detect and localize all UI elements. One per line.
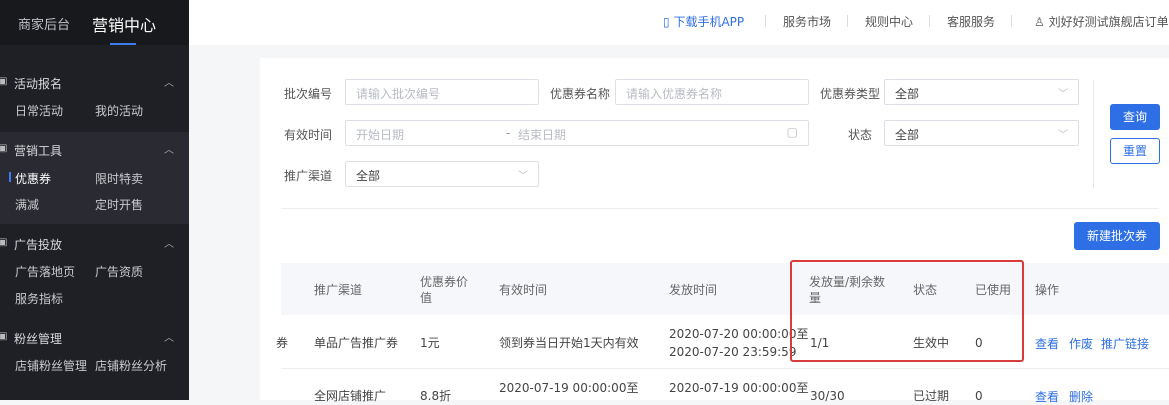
chevron-down-icon: ﹀ — [1058, 89, 1068, 100]
sidebar-item-fans-management[interactable]: 店铺粉丝管理 — [15, 357, 87, 374]
coupon-type-value: 全部 — [895, 87, 920, 101]
cell-issue-start: 2020-07-19 00:00:00至 — [669, 381, 809, 395]
row-divider — [281, 368, 1169, 369]
sidebar-group-label: 营销工具 — [14, 144, 63, 158]
col-header-valid-time: 有效时间 — [499, 283, 548, 297]
divider — [929, 15, 930, 27]
sidebar-item-ad-landing[interactable]: 广告落地页 — [15, 263, 75, 280]
sidebar-group-marketing-tools[interactable]: ▣ 营销工具 ︿ — [0, 141, 189, 161]
service-market-link[interactable]: 服务市场 — [783, 13, 831, 30]
section-divider — [281, 208, 1159, 209]
sidebar-group-ads[interactable]: ▣ 广告投放 ︿ — [0, 235, 189, 255]
batch-no-input[interactable]: 请输入批次编号 — [345, 79, 539, 105]
channel-value: 全部 — [356, 169, 381, 183]
active-item-indicator — [9, 172, 11, 182]
top-bar: ▯ 下载手机APP 服务市场 规则中心 客服服务 ♙ 刘好好测试旗舰店订单 — [189, 0, 1169, 45]
chevron-up-icon: ︿ — [164, 145, 174, 156]
date-separator: - — [506, 126, 511, 140]
coupon-type-label: 优惠券类型 — [820, 87, 881, 101]
start-date-placeholder: 开始日期 — [356, 128, 405, 142]
cell-status: 已过期 — [913, 389, 950, 403]
cell-channel: 全网店铺推广 — [314, 389, 387, 403]
store-name: 刘好好测试旗舰店订单 — [1048, 15, 1169, 29]
cell-issue-start: 2020-07-20 00:00:00至 — [669, 327, 809, 341]
tab-marketing-center[interactable]: 营销中心 — [92, 12, 156, 36]
cell-valid-time: 领到券当日开始1天内有效 — [499, 336, 639, 350]
store-account-menu[interactable]: ♙ 刘好好测试旗舰店订单 — [1034, 13, 1169, 30]
col-header-channel: 推广渠道 — [314, 283, 363, 297]
chevron-up-icon: ︿ — [164, 239, 174, 250]
customer-service-link[interactable]: 客服服务 — [947, 13, 995, 30]
end-date-placeholder: 结束日期 — [518, 128, 567, 142]
sidebar-item-ad-qualification[interactable]: 广告资质 — [95, 263, 143, 280]
valid-time-label: 有效时间 — [284, 128, 333, 142]
sidebar-item-full-reduction[interactable]: 满减 — [15, 196, 39, 213]
cell-valid-time: 2020-07-19 00:00:00至 — [499, 381, 639, 395]
batch-no-label: 批次编号 — [284, 87, 333, 101]
rules-center-link[interactable]: 规则中心 — [865, 13, 913, 30]
sidebar-item-scheduled-sale[interactable]: 定时开售 — [95, 196, 143, 213]
cell-issue-end: 2020-07-20 23:59:59 — [669, 345, 797, 359]
sidebar-group-label: 广告投放 — [14, 238, 63, 252]
download-app-label: 下载手机APP — [673, 15, 745, 29]
view-link[interactable]: 查看 — [1035, 388, 1059, 405]
user-icon: ♙ — [1034, 15, 1045, 29]
active-tab-indicator — [110, 43, 136, 45]
coupon-name-label: 优惠券名称 — [550, 87, 611, 101]
sidebar-item-coupon[interactable]: 优惠券 — [15, 170, 51, 187]
cell-value: 8.8折 — [420, 389, 452, 403]
sidebar-group-label: 粉丝管理 — [14, 332, 63, 346]
download-app-link[interactable]: ▯ 下载手机APP — [663, 13, 744, 30]
sidebar-item-flash-sale[interactable]: 限时特卖 — [95, 170, 143, 187]
phone-icon: ▯ — [663, 15, 670, 29]
sidebar-item-fans-analysis[interactable]: 店铺粉丝分析 — [95, 357, 167, 374]
sidebar-item-my-activity[interactable]: 我的活动 — [95, 102, 143, 119]
cell-used: 0 — [975, 389, 983, 403]
sidebar-top-tabs: 商家后台 营销中心 — [0, 0, 189, 45]
view-link[interactable]: 查看 — [1035, 335, 1059, 352]
channel-select[interactable]: 全部 ﹀ — [345, 161, 539, 187]
ads-icon: ▣ — [0, 237, 8, 248]
calendar-icon: ▣ — [0, 76, 8, 87]
cell-channel: 单品广告推广券 — [314, 336, 399, 350]
coupon-type-select[interactable]: 全部 ﹀ — [884, 79, 1079, 105]
status-select[interactable]: 全部 ﹀ — [884, 120, 1079, 146]
status-value: 全部 — [895, 128, 920, 142]
fans-icon: ▣ — [0, 331, 8, 342]
coupon-name-input[interactable]: 请输入优惠券名称 — [615, 79, 809, 105]
divider — [765, 15, 766, 27]
reset-button[interactable]: 重置 — [1110, 138, 1160, 164]
void-link[interactable]: 作废 — [1069, 335, 1093, 352]
query-button[interactable]: 查询 — [1110, 104, 1160, 130]
tab-merchant-backend[interactable]: 商家后台 — [18, 14, 70, 33]
sidebar-item-daily-activity[interactable]: 日常活动 — [15, 102, 63, 119]
cell-name: 券 — [276, 336, 289, 350]
chevron-down-icon: ﹀ — [1058, 130, 1068, 141]
col-header-actions: 操作 — [1035, 283, 1060, 297]
sidebar-group-fans[interactable]: ▣ 粉丝管理 ︿ — [0, 329, 189, 349]
chevron-up-icon: ︿ — [164, 78, 174, 89]
sidebar: 商家后台 营销中心 ▣ 活动报名 ︿ 日常活动 我的活动 ▣ 营销工具 ︿ 优惠… — [0, 0, 189, 400]
filter-divider — [1093, 80, 1094, 188]
sidebar-group-activity[interactable]: ▣ 活动报名 ︿ — [0, 74, 189, 94]
delete-link[interactable]: 删除 — [1069, 388, 1093, 405]
calendar-icon: ▢ — [786, 125, 798, 139]
cell-value: 1元 — [420, 336, 440, 350]
chevron-up-icon: ︿ — [164, 333, 174, 344]
new-batch-button[interactable]: 新建批次券 — [1074, 222, 1160, 250]
chevron-down-icon: ﹀ — [518, 171, 528, 182]
date-range-picker[interactable]: 开始日期 - 结束日期 ▢ — [345, 120, 809, 146]
tools-icon: ▣ — [0, 143, 8, 154]
sidebar-item-service-metrics[interactable]: 服务指标 — [15, 290, 63, 307]
highlight-box — [790, 260, 1024, 362]
col-header-issue-time: 发放时间 — [669, 283, 718, 297]
col-header-value: 优惠券价值 — [420, 275, 469, 305]
promo-link[interactable]: 推广链接 — [1101, 335, 1149, 352]
channel-label: 推广渠道 — [284, 169, 333, 183]
divider — [1011, 15, 1012, 27]
cell-issued-remaining: 30/30 — [810, 389, 845, 403]
sidebar-group-label: 活动报名 — [14, 77, 63, 91]
status-label: 状态 — [848, 128, 873, 142]
divider — [847, 15, 848, 27]
